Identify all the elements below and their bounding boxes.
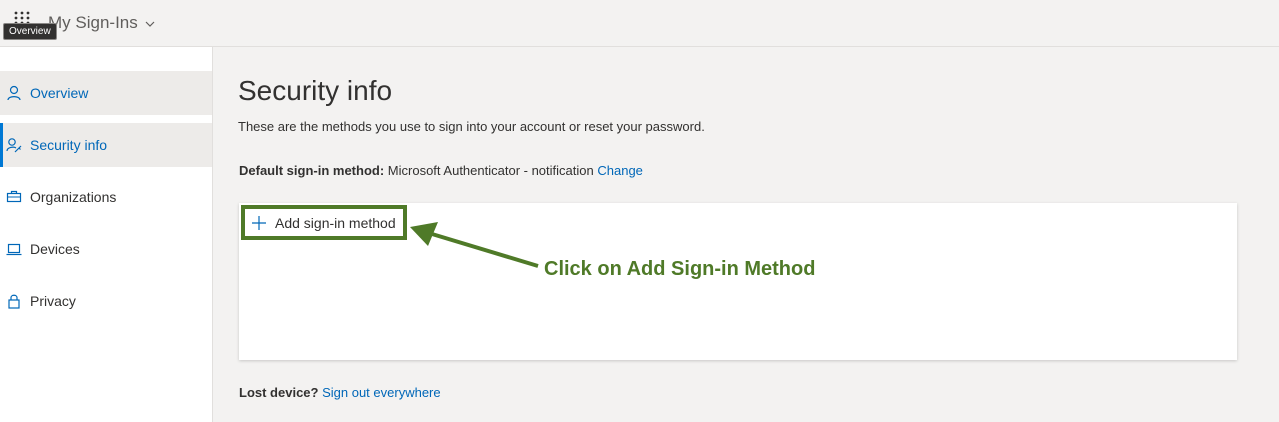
plus-icon (252, 215, 266, 230)
lock-icon (6, 293, 22, 309)
default-method-label: Default sign-in method: (239, 163, 385, 178)
page-title: Security info (238, 75, 393, 106)
sidebar-item-devices[interactable]: Devices (0, 227, 212, 271)
sidebar-item-label: Overview (30, 85, 89, 101)
sidebar-item-label: Organizations (30, 189, 117, 205)
default-sign-in-method: Default sign-in method: Microsoft Authen… (239, 163, 643, 178)
sidebar-item-label: Devices (30, 241, 80, 257)
laptop-icon (6, 241, 22, 257)
sidebar-item-overview[interactable]: Overview (0, 71, 212, 115)
lost-device-row: Lost device? Sign out everywhere (239, 385, 441, 400)
add-sign-in-method-label: Add sign-in method (275, 214, 396, 231)
app-title-dropdown[interactable]: My Sign-Ins (48, 13, 156, 33)
chevron-down-icon (145, 21, 155, 27)
overview-tooltip: Overview (3, 23, 57, 40)
person-icon (6, 85, 22, 101)
sidebar-item-security-info[interactable]: Security info (0, 123, 212, 167)
briefcase-icon (6, 189, 22, 205)
add-sign-in-method-button[interactable]: Add sign-in method (241, 205, 407, 240)
sidebar-nav: Overview Security info Organizations Dev… (0, 47, 213, 422)
sign-in-methods-card: Add sign-in method (239, 203, 1237, 360)
page-subtitle: These are the methods you use to sign in… (238, 119, 705, 134)
lost-device-label: Lost device? (239, 385, 319, 400)
sidebar-item-label: Security info (30, 137, 108, 153)
change-default-method-link[interactable]: Change (597, 163, 643, 178)
sidebar-item-organizations[interactable]: Organizations (0, 175, 212, 219)
app-title-text: My Sign-Ins (48, 13, 138, 32)
sidebar-item-privacy[interactable]: Privacy (0, 279, 212, 323)
sign-out-everywhere-link[interactable]: Sign out everywhere (322, 385, 441, 400)
sidebar-item-label: Privacy (30, 293, 76, 309)
annotation-callout: Click on Add Sign-in Method (544, 258, 816, 280)
top-bar: My Sign-Ins Overview (0, 0, 1279, 47)
default-method-value: Microsoft Authenticator - notification (387, 163, 594, 178)
person-key-icon (6, 137, 22, 153)
